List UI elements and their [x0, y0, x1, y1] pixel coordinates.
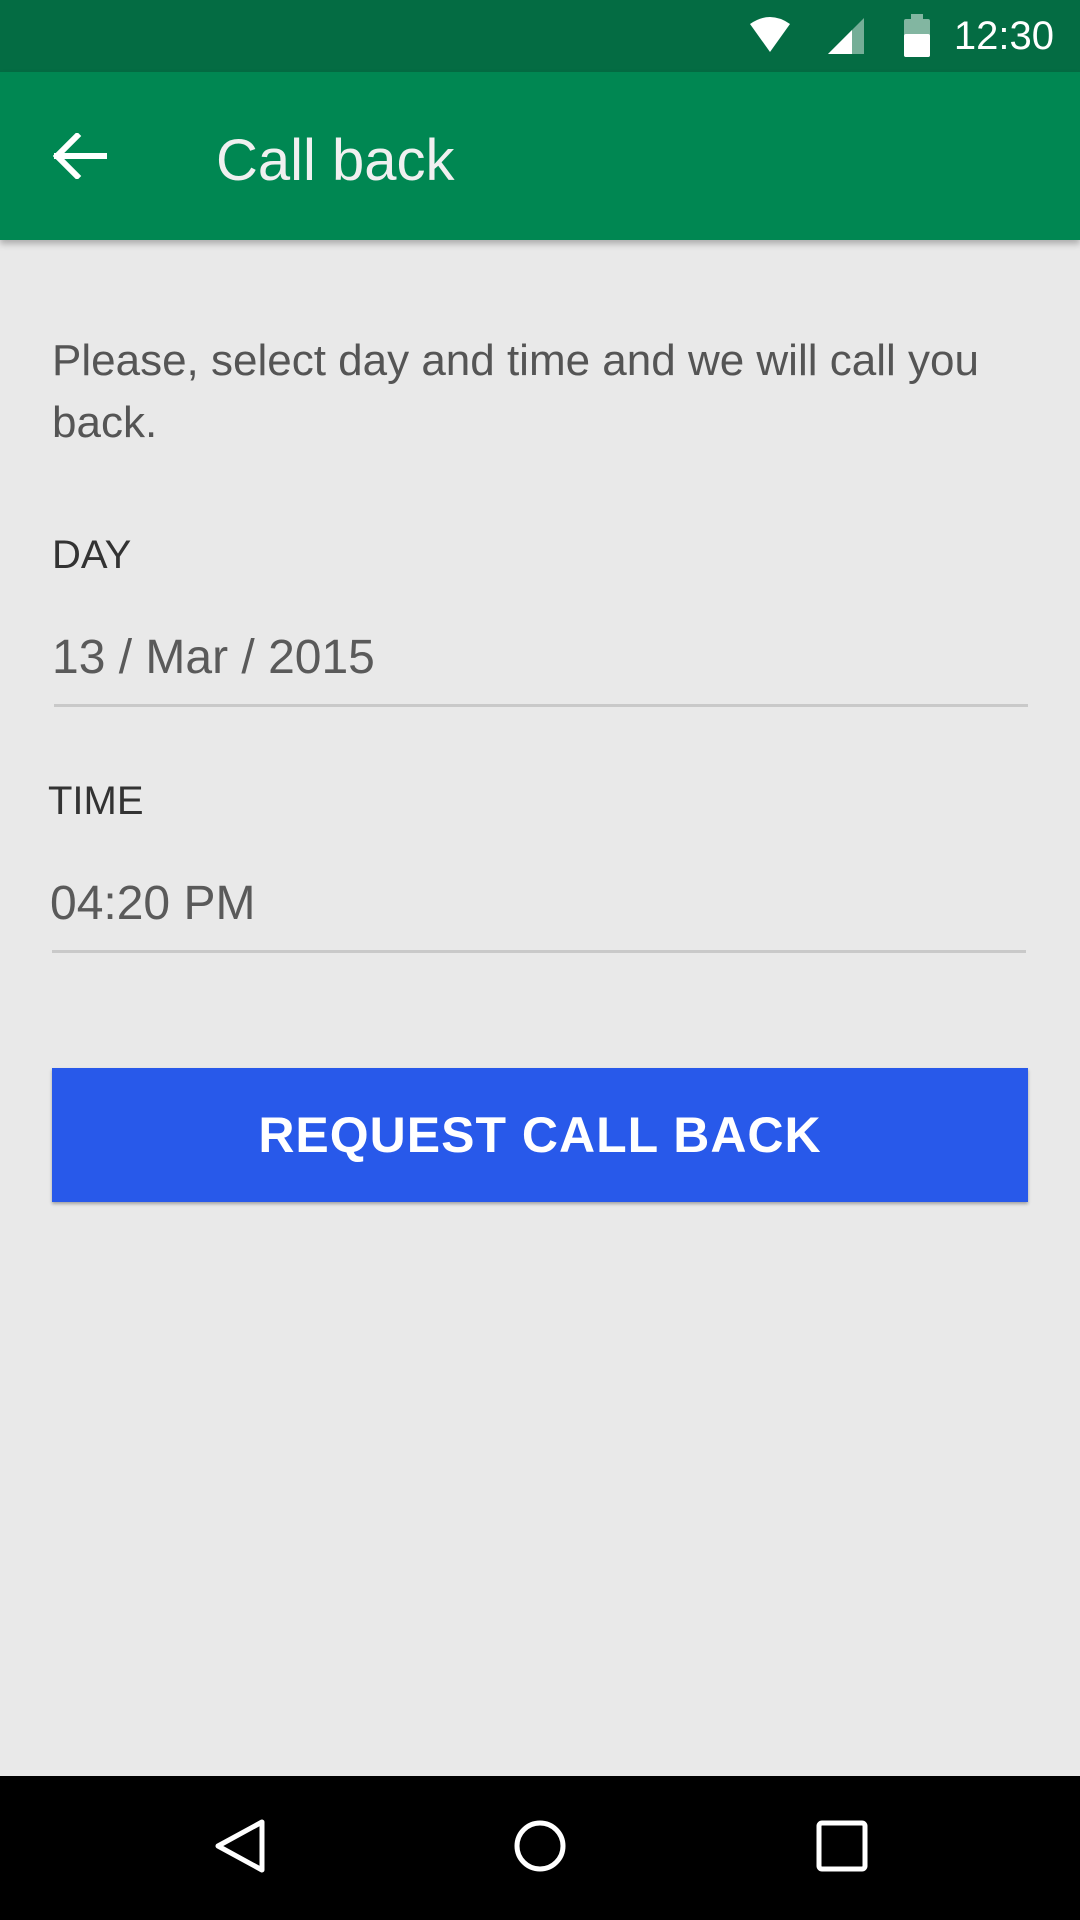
time-field[interactable]: 04:20 PM: [50, 876, 255, 932]
signal-icon: [826, 16, 866, 61]
nav-back-button[interactable]: [200, 1808, 280, 1888]
app-bar: Call back: [0, 72, 1080, 240]
recents-square-icon: [814, 1818, 870, 1879]
arrow-left-icon: [52, 131, 108, 184]
system-nav-bar: [0, 1776, 1080, 1920]
wifi-icon: [748, 16, 792, 59]
back-button[interactable]: [44, 122, 116, 194]
nav-home-button[interactable]: [500, 1808, 580, 1888]
status-time: 12:30: [953, 14, 1054, 58]
battery-icon: [902, 14, 932, 63]
home-circle-icon: [512, 1818, 568, 1879]
back-triangle-icon: [212, 1818, 268, 1879]
time-label: TIME: [48, 779, 144, 823]
request-call-back-button[interactable]: REQUEST CALL BACK: [52, 1068, 1028, 1202]
nav-recents-button[interactable]: [802, 1808, 882, 1888]
time-field-underline: [52, 950, 1026, 953]
intro-text: Please, select day and time and we will …: [52, 336, 979, 447]
day-field[interactable]: 13 / Mar / 2015: [52, 630, 375, 686]
day-field-underline: [54, 704, 1028, 707]
status-bar: 12:30: [0, 0, 1080, 72]
day-label: DAY: [52, 533, 132, 577]
page-title: Call back: [216, 128, 455, 193]
